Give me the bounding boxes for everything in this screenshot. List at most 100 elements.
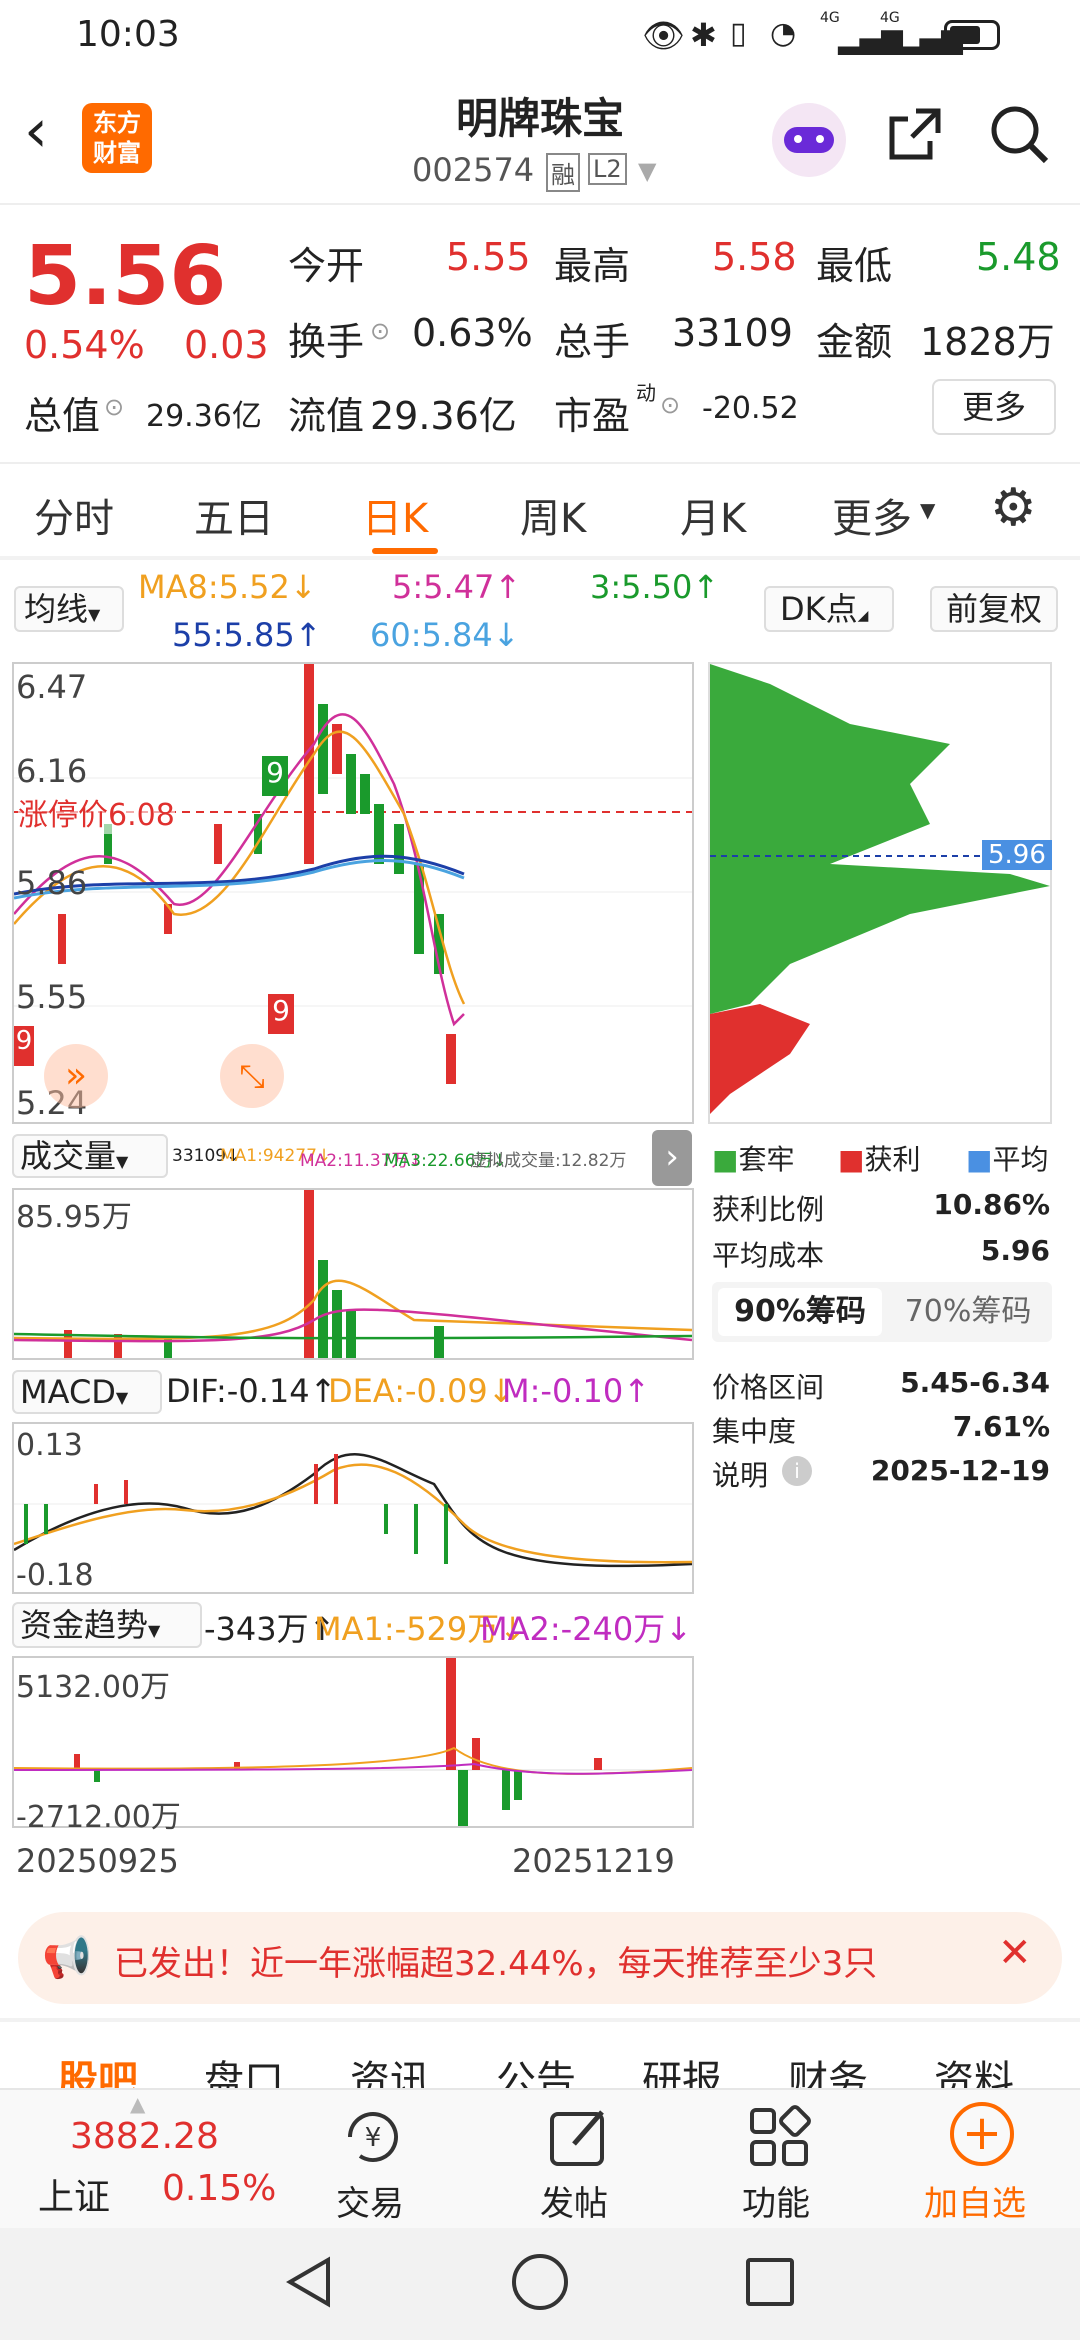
- legend-average-label: 平均: [992, 1143, 1049, 1176]
- status-bar: 10:03 👁 ✱ ▯ ◔ 4G ▂▄▆ 4G ▂▄▆: [0, 0, 1080, 75]
- stock-code: 002574: [412, 151, 535, 189]
- tab-intraday[interactable]: 分时: [34, 486, 114, 544]
- limit-up-label: 涨停价6.08: [18, 790, 175, 834]
- net-label-1: 4G: [820, 10, 840, 26]
- tab-quote-detail[interactable]: 盘口: [204, 2048, 284, 2088]
- share-icon[interactable]: [886, 105, 944, 163]
- trade-label[interactable]: 交易: [336, 2176, 404, 2225]
- legend-profit-label: 获利: [864, 1143, 921, 1176]
- tab-more[interactable]: 更多: [832, 486, 912, 544]
- promo-banner[interactable]: 📢 已发出！近一年涨幅超32.44%，每天推荐至少3只 ✕: [18, 1912, 1062, 2004]
- fund-chart: 5132.00万 -2712.00万: [12, 1656, 694, 1835]
- amount-label: 金额: [816, 320, 893, 364]
- turnover-info-icon[interactable]: ⊙: [370, 317, 390, 345]
- banner-close-icon[interactable]: ✕: [998, 1930, 1032, 1976]
- net-label-2: 4G: [880, 10, 900, 26]
- date-end: 20251219: [512, 1842, 675, 1880]
- index-pct[interactable]: 0.15%: [162, 2168, 276, 2209]
- index-value[interactable]: 3882.28: [70, 2116, 219, 2157]
- macd-dea: DEA:-0.09↓: [328, 1372, 515, 1410]
- nav-back-icon[interactable]: [282, 2254, 338, 2310]
- volume-dropdown-icon: ▼: [116, 1152, 129, 1171]
- clock: 10:03: [76, 14, 180, 55]
- legend-average-marker: ■: [966, 1143, 993, 1176]
- pe-label: 市盈: [554, 394, 631, 438]
- adjust-selector[interactable]: 前复权: [930, 586, 1058, 632]
- fund-dropdown-icon: ▼: [148, 1621, 161, 1640]
- search-icon[interactable]: [988, 103, 1050, 165]
- divider: [0, 556, 1080, 560]
- y-top: 6.47: [16, 668, 88, 706]
- float-value: 29.36亿: [370, 394, 517, 438]
- nav-recents-icon[interactable]: [746, 2258, 794, 2306]
- post-icon[interactable]: [546, 2104, 612, 2170]
- tab-research[interactable]: 研报: [642, 2048, 722, 2088]
- expand-left-icon[interactable]: »: [44, 1044, 108, 1108]
- chip-svg: [710, 664, 1050, 1114]
- ma-label: 均线: [24, 590, 89, 628]
- high-value: 5.58: [712, 235, 797, 279]
- macd-top: 0.13: [16, 1428, 83, 1463]
- pe-sup: 动: [636, 381, 656, 405]
- index-name[interactable]: 上证: [38, 2168, 110, 2220]
- kline-chart[interactable]: 6.47 6.16 5.86 5.55 5.24 涨停价6.08 9 9 9 »…: [12, 662, 694, 1124]
- wifi-icon: ◔: [770, 16, 797, 51]
- ma3-value: 3:5.50↑: [590, 568, 720, 606]
- function-grid-icon[interactable]: [746, 2104, 812, 2170]
- profit-ratio-value: 10.86%: [933, 1188, 1050, 1221]
- float-label: 流值: [288, 394, 365, 438]
- add-watchlist-label[interactable]: 加自选: [924, 2176, 1026, 2225]
- y-ma: 5.86: [16, 864, 88, 902]
- macd-label: MACD: [20, 1373, 116, 1411]
- tab-monthly-k[interactable]: 月K: [680, 486, 746, 544]
- tab-finance[interactable]: 财务: [788, 2048, 868, 2088]
- megaphone-icon: 📢: [42, 1935, 92, 1981]
- kline-svg: [13, 664, 692, 1084]
- pe-value: -20.52: [702, 391, 799, 426]
- tab-news[interactable]: 资讯: [350, 2048, 430, 2088]
- nav-home-icon[interactable]: [512, 2254, 568, 2310]
- period-tabs: 分时 五日 日K 周K 月K 更多 ▼ ⚙: [0, 462, 1080, 556]
- settings-gear-icon[interactable]: ⚙: [990, 482, 1037, 534]
- signal-badge-top: 9: [262, 756, 288, 796]
- turnover-label: 换手: [288, 320, 365, 364]
- battery-icon: [944, 20, 1000, 50]
- margin-tag: 融: [546, 153, 580, 192]
- dk-point-selector[interactable]: DK点◢: [764, 586, 894, 632]
- tab-announcements[interactable]: 公告: [496, 2048, 576, 2088]
- volume-selector[interactable]: 成交量▼: [12, 1134, 168, 1178]
- tab-weekly-k[interactable]: 周K: [520, 486, 586, 544]
- fullscreen-icon[interactable]: ⤡: [220, 1044, 284, 1108]
- tab-five-day[interactable]: 五日: [194, 486, 274, 544]
- ma-selector[interactable]: 均线▼: [14, 586, 124, 632]
- note-info-icon[interactable]: i: [782, 1456, 812, 1486]
- tab-daily-k[interactable]: 日K: [362, 486, 428, 544]
- code-dropdown-icon[interactable]: ▼: [638, 157, 656, 185]
- legend-profit-marker: ■: [838, 1143, 865, 1176]
- info-icon[interactable]: ⊙: [104, 393, 124, 421]
- tab-forum[interactable]: 股吧: [58, 2048, 138, 2088]
- mcap-value: 29.36亿: [146, 399, 262, 434]
- tab-profile[interactable]: 资料: [934, 2048, 1014, 2088]
- volume-value: 33109: [672, 311, 793, 355]
- amount-value: 1828万: [920, 320, 1055, 364]
- concentration-value: 7.61%: [952, 1410, 1050, 1443]
- note-label: 说明: [712, 1459, 769, 1492]
- trade-icon[interactable]: ¥: [340, 2104, 406, 2170]
- pe-info-icon[interactable]: ⊙: [660, 391, 680, 419]
- change-value: 0.03: [184, 323, 269, 367]
- add-watchlist-icon[interactable]: +: [950, 2102, 1014, 2166]
- assistant-avatar[interactable]: [772, 103, 846, 177]
- macd-selector[interactable]: MACD▼: [12, 1370, 162, 1414]
- chip-tab-70[interactable]: 70%筹码: [888, 1288, 1048, 1336]
- profit-ratio-label: 获利比例: [712, 1193, 825, 1226]
- volume-chart: 85.95万: [12, 1188, 694, 1360]
- legend-profit: ■获利: [838, 1138, 920, 1178]
- collapse-arrow-icon[interactable]: ›: [652, 1130, 692, 1186]
- chip-tab-90[interactable]: 90%筹码: [718, 1288, 882, 1336]
- fund-selector[interactable]: 资金趋势▼: [12, 1602, 202, 1648]
- post-label[interactable]: 发帖: [540, 2176, 608, 2225]
- date-start: 20250925: [16, 1842, 179, 1880]
- function-label[interactable]: 功能: [742, 2176, 810, 2225]
- more-button[interactable]: 更多: [932, 379, 1056, 435]
